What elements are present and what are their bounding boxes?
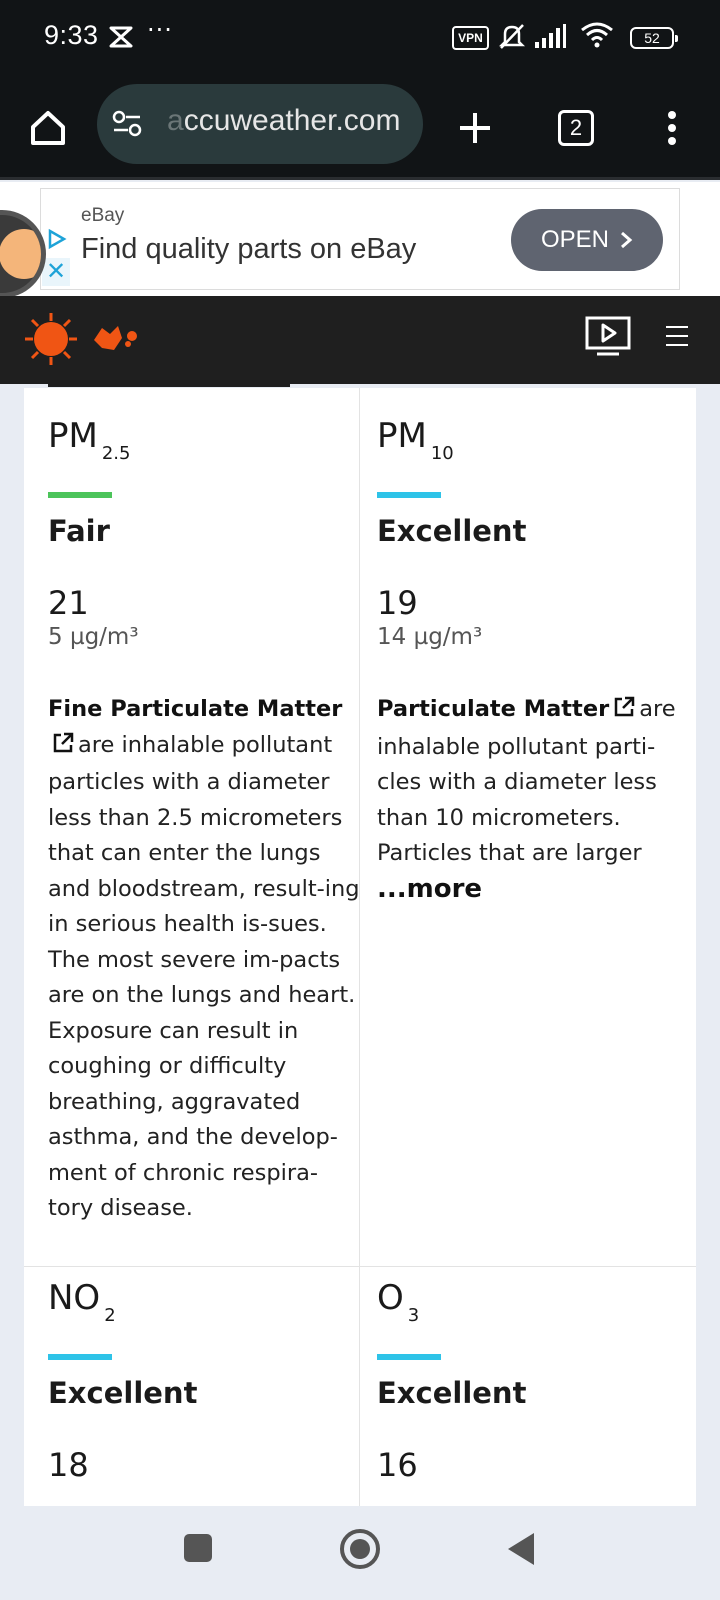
- pollutant-info-link[interactable]: Particulate Matter: [377, 696, 609, 722]
- status-time: 9:33: [44, 20, 99, 50]
- ad-open-button[interactable]: OPEN: [511, 209, 663, 271]
- accuweather-logo-mark[interactable]: [92, 324, 140, 358]
- grid-divider-horizontal: [24, 1266, 696, 1267]
- pollutant-info-link[interactable]: Fine Particulate Matter: [48, 696, 342, 722]
- rating-bar: [377, 1354, 441, 1360]
- pollutant-index: 19: [377, 584, 418, 622]
- battery-icon: 52: [630, 27, 678, 49]
- url-text: accuweather.com: [167, 104, 401, 137]
- pollutant-name: PM 2.5: [48, 416, 131, 464]
- ad-headline: Find quality parts on eBay: [81, 233, 417, 265]
- pollutant-index: 16: [377, 1446, 418, 1484]
- site-header: [0, 296, 720, 384]
- vpn-icon: VPN: [452, 26, 489, 50]
- pollutant-rating: Fair: [48, 514, 110, 548]
- adchoices-icon[interactable]: [46, 228, 68, 254]
- status-bar: 9:33 ··· VPN 52: [0, 0, 720, 78]
- pollutant-rating: Excellent: [377, 514, 527, 548]
- ad-close-icon[interactable]: ✕: [42, 258, 70, 286]
- tab-underline: [48, 382, 290, 387]
- ad-banner: eBay Find quality parts on eBay OPEN: [0, 182, 720, 296]
- tab-count: 2: [558, 110, 594, 146]
- pollutant-rating: Excellent: [48, 1376, 198, 1410]
- pollutant-description: Particulate Matter are inhalable pollutan…: [377, 694, 676, 866]
- pollutant-index: 18: [48, 1446, 89, 1484]
- new-tab-button[interactable]: [449, 102, 501, 154]
- pollutant-name: O3: [377, 1278, 420, 1326]
- pollutant-card-pm25: PM 2.5 Fair 21 5 µg/m³ Fine Particulate M…: [48, 416, 360, 1227]
- pollutant-name: PM 10: [377, 416, 454, 464]
- overflow-menu-button[interactable]: [646, 102, 698, 154]
- assistant-avatar: [0, 229, 41, 279]
- external-link-icon[interactable]: [52, 730, 74, 766]
- pollutant-description: Fine Particulate Matterare inhalable pol…: [48, 696, 360, 1221]
- pollutant-name: NO 2: [48, 1278, 116, 1326]
- read-more-link[interactable]: ...more: [377, 874, 689, 904]
- pollutant-grid: PM 2.5 Fair 21 5 µg/m³ Fine Particulate M…: [24, 388, 696, 1506]
- tab-switcher-button[interactable]: 2: [550, 102, 602, 154]
- ad-card[interactable]: eBay Find quality parts on eBay OPEN: [40, 188, 680, 290]
- back-button[interactable]: [504, 1530, 538, 1572]
- ad-brand: eBay: [81, 205, 125, 226]
- url-bar[interactable]: accuweather.com: [97, 84, 423, 164]
- rating-bar: [377, 492, 441, 498]
- site-settings-icon[interactable]: [111, 108, 143, 144]
- pollutant-concentration: 14 µg/m³: [377, 624, 483, 650]
- hamburger-menu-icon[interactable]: [664, 324, 690, 352]
- pollutant-index: 21: [48, 584, 89, 622]
- pollutant-card-no2: NO 2 Excellent 18: [48, 1278, 360, 1484]
- mute-icon: [497, 22, 527, 56]
- pollutant-concentration: 5 µg/m³: [48, 624, 139, 650]
- notification-icon: [108, 24, 134, 54]
- home-button[interactable]: [22, 102, 74, 154]
- home-nav-button[interactable]: [339, 1528, 381, 1574]
- status-more-icon: ···: [147, 16, 173, 44]
- rating-bar: [48, 1354, 112, 1360]
- wifi-icon: [580, 20, 614, 54]
- recents-button[interactable]: [182, 1532, 214, 1568]
- pollutant-rating: Excellent: [377, 1376, 527, 1410]
- signal-icon: [533, 22, 567, 54]
- system-nav-bar: [0, 1506, 720, 1600]
- accuweather-logo-sun-icon[interactable]: [24, 312, 78, 370]
- rating-bar: [48, 492, 112, 498]
- pollutant-card-pm10: PM 10 Excellent 19 14 µg/m³ Particulate M…: [377, 416, 689, 904]
- external-link-icon[interactable]: [613, 694, 635, 730]
- video-icon[interactable]: [585, 316, 631, 362]
- pollutant-card-o3: O3 Excellent 16: [377, 1278, 689, 1484]
